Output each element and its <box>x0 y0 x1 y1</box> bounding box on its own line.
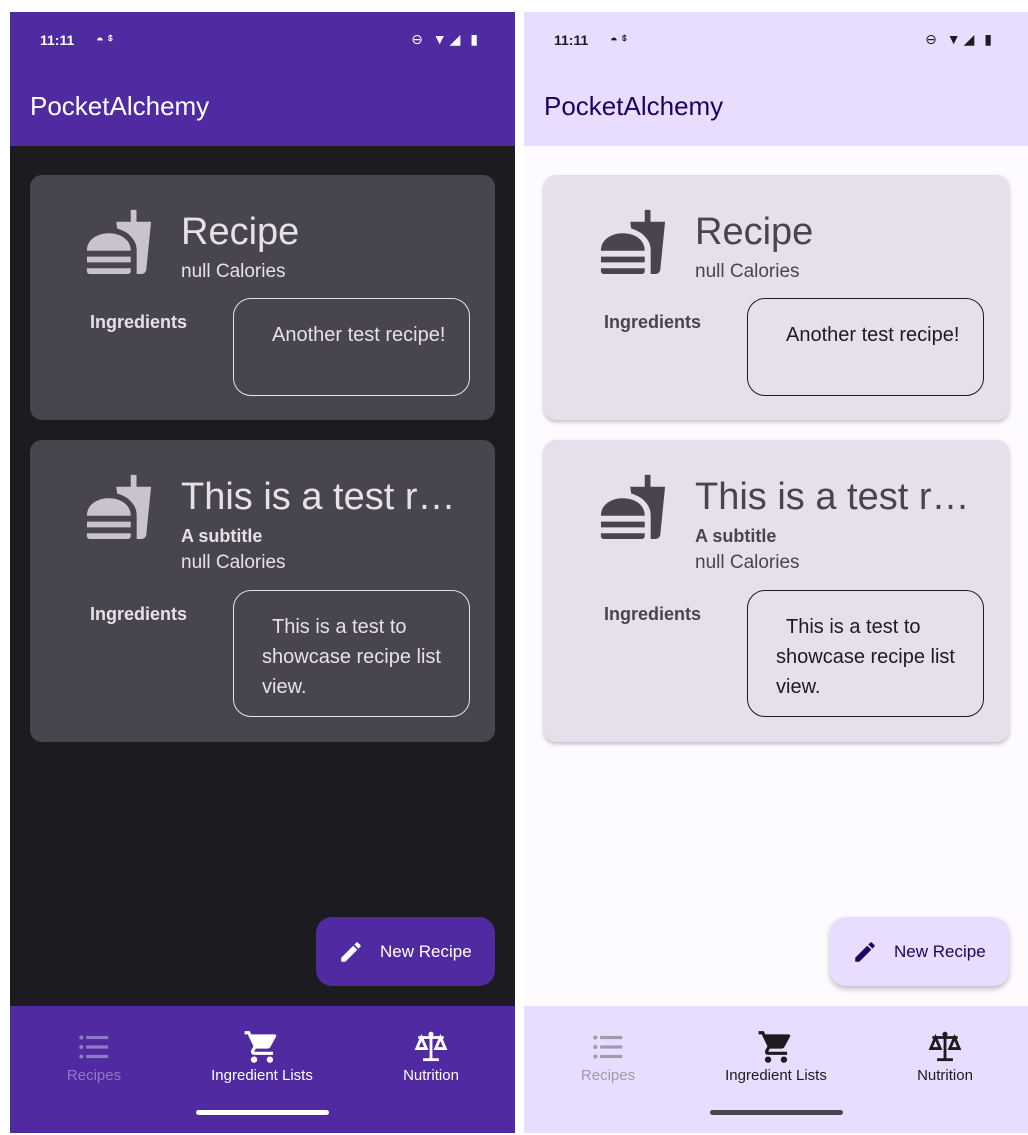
ingredients-label: Ingredients <box>604 312 702 332</box>
recipe-title: Recipe <box>695 211 814 253</box>
recipe-title: This is a test r… <box>181 476 456 518</box>
status-bar: 11:11 ◓ ᙚ ⊖ ▼◢ ▮ <box>524 12 1028 70</box>
phone-light-theme: 11:11 ◓ ᙚ ⊖ ▼◢ ▮ PocketAlchemy Recipe nu… <box>524 12 1028 1133</box>
nav-item-recipes[interactable]: Recipes <box>524 1006 692 1096</box>
recipe-calories: null Calories <box>695 261 800 282</box>
list-icon <box>79 1035 109 1059</box>
recipe-description: Another test recipe! <box>786 324 960 346</box>
system-status-icons: ⊖ ▼◢ ▮ <box>925 31 995 47</box>
ingredients-label: Ingredients <box>604 604 702 624</box>
recipe-description-box: This is a test to showcase recipe list v… <box>233 590 470 717</box>
recipe-description: Another test recipe! <box>272 324 446 346</box>
list-icon <box>593 1035 623 1059</box>
fastfood-icon <box>600 209 666 275</box>
recipe-card[interactable]: Recipe null Calories Ingredients Another… <box>544 175 1009 420</box>
nav-label: Recipes <box>580 1067 636 1084</box>
notification-icons: ◓ ᙚ <box>610 32 628 47</box>
nav-item-nutrition[interactable]: Nutrition <box>861 1006 1028 1096</box>
pencil-icon <box>855 942 875 962</box>
nav-label: Nutrition <box>917 1067 973 1084</box>
status-bar: 11:11 ◓ ᙚ ⊖ ▼◢ ▮ <box>10 12 515 70</box>
new-recipe-button[interactable]: New Recipe <box>830 917 1009 986</box>
fastfood-icon <box>86 209 152 275</box>
recipe-subtitle: A subtitle <box>695 526 777 546</box>
recipe-calories: null Calories <box>181 261 286 282</box>
nav-item-ingredient-lists[interactable]: Ingredient Lists <box>178 1006 346 1096</box>
status-time: 11:11 <box>40 32 75 48</box>
nav-label: Nutrition <box>403 1067 459 1084</box>
recipe-description-box: Another test recipe! <box>233 298 470 396</box>
nav-label: Ingredient Lists <box>211 1067 313 1084</box>
recipe-description: This is a test to showcase recipe list v… <box>776 616 955 698</box>
nav-label: Recipes <box>66 1067 122 1084</box>
nav-label: Ingredient Lists <box>725 1067 827 1084</box>
cart-icon <box>244 1031 277 1063</box>
scale-icon <box>928 1031 962 1062</box>
recipe-title: This is a test r… <box>695 476 970 518</box>
fastfood-icon <box>86 474 152 540</box>
home-indicator[interactable] <box>196 1110 329 1115</box>
app-title: PocketAlchemy <box>30 91 210 121</box>
recipe-description-box: Another test recipe! <box>747 298 984 396</box>
recipe-subtitle: A subtitle <box>181 526 263 546</box>
fastfood-icon <box>600 474 666 540</box>
recipe-description-box: This is a test to showcase recipe list v… <box>747 590 984 717</box>
new-recipe-label: New Recipe <box>894 942 986 961</box>
home-indicator[interactable] <box>710 1110 843 1115</box>
top-app-bar: PocketAlchemy <box>10 70 515 146</box>
notification-icons: ◓ ᙚ <box>96 32 114 47</box>
recipe-title: Recipe <box>181 211 300 253</box>
ingredients-label: Ingredients <box>90 312 188 332</box>
new-recipe-label: New Recipe <box>380 942 472 961</box>
recipe-card[interactable]: This is a test r… A subtitle null Calori… <box>30 440 495 742</box>
pencil-icon <box>341 942 361 962</box>
nav-item-recipes[interactable]: Recipes <box>10 1006 178 1096</box>
status-time: 11:11 <box>554 32 589 48</box>
system-status-icons: ⊖ ▼◢ ▮ <box>411 31 481 47</box>
app-title: PocketAlchemy <box>544 91 724 121</box>
recipe-calories: null Calories <box>695 552 800 573</box>
new-recipe-button[interactable]: New Recipe <box>316 917 495 986</box>
scale-icon <box>414 1031 448 1062</box>
nav-item-nutrition[interactable]: Nutrition <box>347 1006 515 1096</box>
recipe-card[interactable]: This is a test r… A subtitle null Calori… <box>544 440 1009 742</box>
phone-dark-theme: 11:11 ◓ ᙚ ⊖ ▼◢ ▮ PocketAlchemy Recipe nu… <box>10 12 515 1133</box>
ingredients-label: Ingredients <box>90 604 188 624</box>
cart-icon <box>758 1031 791 1063</box>
nav-item-ingredient-lists[interactable]: Ingredient Lists <box>692 1006 860 1096</box>
recipe-description: This is a test to showcase recipe list v… <box>262 616 441 698</box>
top-app-bar: PocketAlchemy <box>524 70 1028 146</box>
recipe-calories: null Calories <box>181 552 286 573</box>
recipe-card[interactable]: Recipe null Calories Ingredients Another… <box>30 175 495 420</box>
